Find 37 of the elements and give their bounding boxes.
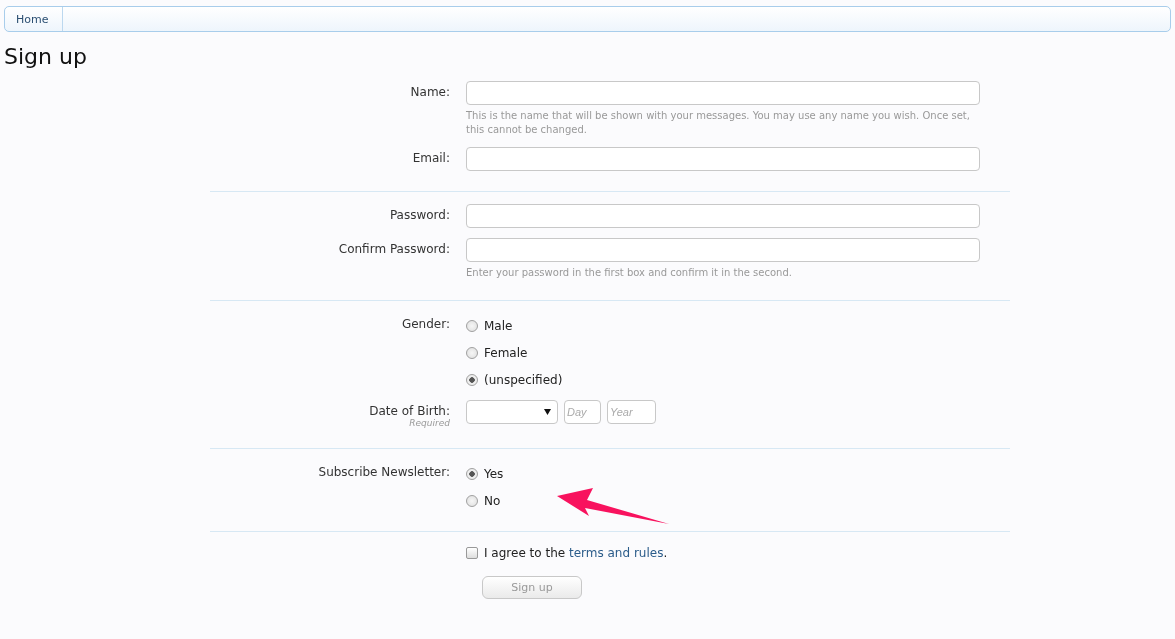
required-note: Required — [409, 418, 450, 428]
field-label: Gender: — [401, 317, 450, 331]
text-field[interactable] — [466, 238, 980, 262]
option-label: Male — [484, 318, 513, 333]
radio-option[interactable]: (unspecified) — [466, 367, 980, 390]
radio-option[interactable]: Yes — [466, 461, 980, 484]
text-field[interactable] — [466, 204, 980, 228]
day-field[interactable]: Day — [564, 400, 601, 424]
page-title: Sign up — [4, 44, 88, 69]
field-label: Email: — [412, 151, 450, 165]
breadcrumb-link[interactable]: Home — [5, 7, 64, 31]
caret-icon — [544, 409, 551, 415]
radio-option[interactable]: Female — [466, 340, 980, 363]
field-label: Subscribe Newsletter: — [318, 465, 450, 479]
option-label: Yes — [484, 466, 504, 481]
field-label: Name: — [410, 85, 450, 99]
radio-option[interactable]: Male — [466, 313, 980, 336]
radio-icon[interactable] — [466, 319, 478, 332]
text-field[interactable] — [466, 147, 980, 171]
radio-option[interactable]: No — [466, 488, 980, 511]
field-label: Date of Birth: — [369, 404, 450, 418]
agree-text: I agree to the terms and rules. — [484, 546, 668, 560]
radio-icon[interactable] — [466, 467, 478, 480]
field-hint: This is the name that will be shown with your messages. You may use any name you wish. Once set, this cannot be changed. — [466, 109, 971, 137]
month-select[interactable] — [466, 400, 558, 424]
field-hint: Enter your password in the first box and confirm it in the second. — [466, 266, 793, 280]
field-label: Confirm Password: — [338, 242, 450, 256]
option-label: (unspecified) — [484, 372, 563, 387]
radio-icon[interactable] — [466, 494, 478, 507]
option-label: Female — [484, 345, 528, 360]
option-label: No — [484, 493, 501, 508]
text-field[interactable] — [466, 81, 980, 105]
agree-checkbox[interactable] — [466, 547, 478, 559]
field-label: Password: — [389, 208, 450, 222]
radio-icon[interactable] — [466, 346, 478, 359]
radio-icon[interactable] — [466, 373, 478, 386]
year-field[interactable]: Year — [607, 400, 656, 424]
